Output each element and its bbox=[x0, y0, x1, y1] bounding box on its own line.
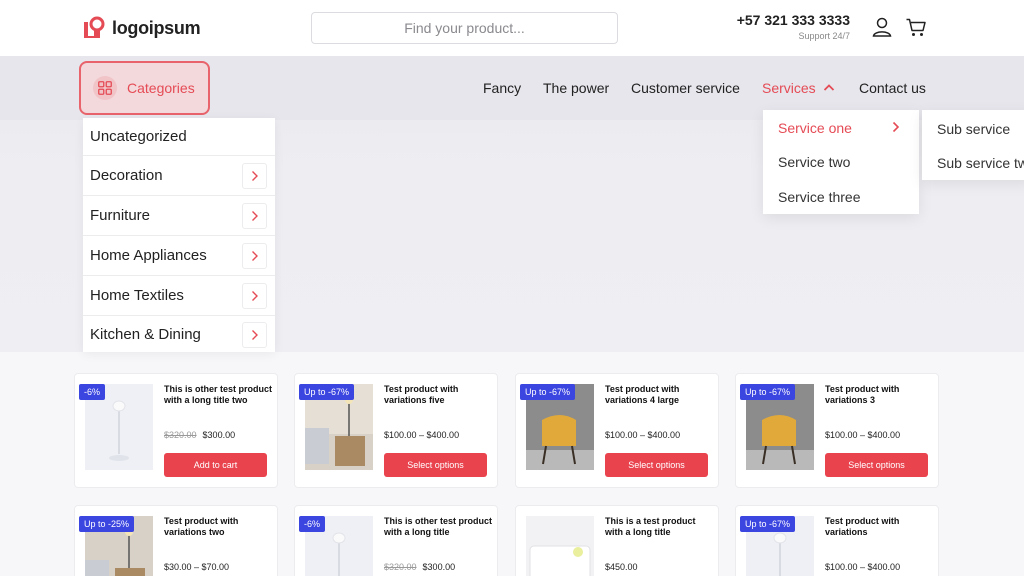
select-options-button[interactable]: Select options bbox=[825, 453, 928, 477]
nav-item-customer-service[interactable]: Customer service bbox=[631, 80, 740, 96]
chevron-right-icon[interactable] bbox=[242, 203, 267, 229]
user-icon[interactable] bbox=[871, 16, 893, 38]
add-to-cart-button[interactable]: Add to cart bbox=[164, 453, 267, 477]
logo-icon bbox=[84, 16, 105, 38]
category-label: Home Appliances bbox=[90, 247, 207, 264]
chevron-right-icon[interactable] bbox=[242, 283, 267, 309]
service-item-one[interactable]: Service one bbox=[778, 120, 852, 136]
select-options-button[interactable]: Select options bbox=[384, 453, 487, 477]
services-menu: Service one Service two Service three bbox=[763, 110, 919, 214]
product-price: $450.00 bbox=[605, 562, 638, 572]
logo-text: logoipsum bbox=[112, 17, 201, 38]
service-item-two[interactable]: Service two bbox=[778, 154, 850, 170]
category-item-decoration[interactable]: Decoration bbox=[83, 156, 275, 196]
grid-icon bbox=[93, 76, 117, 100]
discount-badge: -6% bbox=[299, 516, 326, 532]
discount-badge: Up to -67% bbox=[740, 384, 796, 400]
product-card[interactable]: Up to -67% Test product with variations … bbox=[515, 373, 719, 488]
category-item-kitchen-dining[interactable]: Kitchen & Dining bbox=[83, 315, 275, 352]
discount-badge: Up to -67% bbox=[299, 384, 355, 400]
product-price: $100.00 – $400.00 bbox=[605, 430, 681, 440]
old-price: $320.00 bbox=[164, 430, 197, 440]
sub-service-item-two[interactable]: Sub service two bbox=[937, 155, 1024, 171]
category-label: Home Textiles bbox=[90, 287, 184, 304]
category-label: Decoration bbox=[90, 167, 163, 184]
nav-item-fancy[interactable]: Fancy bbox=[483, 80, 521, 96]
category-label: Furniture bbox=[90, 207, 151, 224]
product-title[interactable]: Test product with variations five bbox=[384, 384, 492, 406]
nav-item-contact-us[interactable]: Contact us bbox=[859, 80, 926, 96]
product-title[interactable]: This is other test product with a long t… bbox=[164, 384, 272, 406]
chevron-right-icon[interactable] bbox=[892, 121, 900, 133]
old-price: $320.00 bbox=[384, 562, 417, 572]
product-card[interactable]: Up to -67% Test product with variations … bbox=[735, 505, 939, 576]
category-item-uncategorized[interactable]: Uncategorized bbox=[83, 118, 275, 156]
select-options-button[interactable]: Select options bbox=[605, 453, 708, 477]
top-header: logoipsum +57 321 333 3333 Support 24/7 bbox=[0, 0, 1024, 56]
product-image[interactable] bbox=[526, 516, 594, 576]
discount-badge: Up to -67% bbox=[520, 384, 576, 400]
category-item-home-appliances[interactable]: Home Appliances bbox=[83, 236, 275, 276]
chevron-right-icon[interactable] bbox=[242, 163, 267, 189]
chevron-right-icon[interactable] bbox=[242, 243, 267, 269]
nav-item-services[interactable]: Services bbox=[762, 80, 816, 96]
current-price: $300.00 bbox=[422, 562, 456, 572]
nav-item-the-power[interactable]: The power bbox=[543, 80, 609, 96]
logo[interactable]: logoipsum bbox=[82, 16, 201, 40]
product-title[interactable]: Test product with variations bbox=[825, 516, 933, 538]
categories-label: Categories bbox=[127, 80, 195, 96]
discount-badge: Up to -25% bbox=[79, 516, 135, 532]
product-price: $320.00 $300.00 bbox=[164, 430, 235, 440]
current-price: $300.00 bbox=[202, 430, 236, 440]
product-price: $100.00 – $400.00 bbox=[384, 430, 460, 440]
product-title[interactable]: Test product with variations two bbox=[164, 516, 272, 538]
discount-badge: -6% bbox=[79, 384, 106, 400]
product-card[interactable]: Up to -67% Test product with variations … bbox=[735, 373, 939, 488]
search-input[interactable] bbox=[311, 12, 618, 44]
product-card[interactable]: This is a test product with a long title… bbox=[515, 505, 719, 576]
product-card[interactable]: Up to -25% Test product with variations … bbox=[74, 505, 278, 576]
product-price: $100.00 – $400.00 bbox=[825, 430, 901, 440]
categories-button[interactable]: Categories bbox=[79, 61, 210, 115]
sub-services-menu: Sub service Sub service two bbox=[922, 110, 1024, 180]
category-item-furniture[interactable]: Furniture bbox=[83, 196, 275, 236]
product-price: $100.00 – $400.00 bbox=[825, 562, 901, 572]
category-item-home-textiles[interactable]: Home Textiles bbox=[83, 276, 275, 316]
category-label: Kitchen & Dining bbox=[90, 326, 201, 343]
chevron-up-icon[interactable] bbox=[823, 83, 835, 92]
product-price: $30.00 – $70.00 bbox=[164, 562, 230, 572]
product-title[interactable]: This is other test product with a long t… bbox=[384, 516, 492, 538]
product-card[interactable]: -6% This is other test product with a lo… bbox=[74, 373, 278, 488]
category-label: Uncategorized bbox=[90, 128, 187, 145]
sub-service-item[interactable]: Sub service bbox=[937, 121, 1010, 137]
categories-menu: Uncategorized Decoration Furniture Home … bbox=[83, 118, 275, 352]
product-title[interactable]: This is a test product with a long title bbox=[605, 516, 713, 538]
chevron-right-icon[interactable] bbox=[242, 322, 267, 348]
cart-icon[interactable] bbox=[905, 16, 927, 38]
phone-contact: +57 321 333 3333 Support 24/7 bbox=[700, 12, 850, 41]
phone-number: +57 321 333 3333 bbox=[736, 12, 850, 28]
support-text: Support 24/7 bbox=[798, 31, 850, 41]
product-card[interactable]: -6% This is other test product with a lo… bbox=[294, 505, 498, 576]
product-title[interactable]: Test product with variations 3 bbox=[825, 384, 933, 406]
product-card[interactable]: Up to -67% Test product with variations … bbox=[294, 373, 498, 488]
product-title[interactable]: Test product with variations 4 large bbox=[605, 384, 713, 406]
product-price: $320.00 $300.00 bbox=[384, 562, 455, 572]
discount-badge: Up to -67% bbox=[740, 516, 796, 532]
service-item-three[interactable]: Service three bbox=[778, 189, 860, 205]
